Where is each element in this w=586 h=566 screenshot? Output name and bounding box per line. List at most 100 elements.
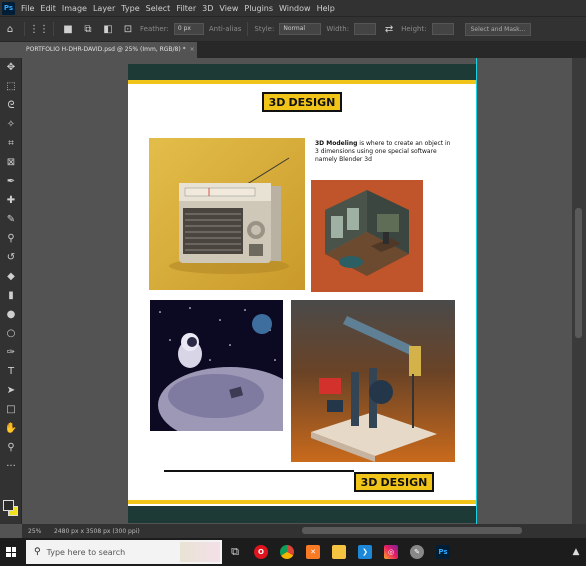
menu-filter[interactable]: Filter — [173, 4, 199, 13]
pumpjack-render-image — [291, 300, 455, 462]
style-select[interactable]: Normal — [279, 23, 322, 35]
menu-bar: Ps File Edit Image Layer Type Select Fil… — [0, 0, 586, 16]
zoom-icon[interactable]: ⚲ — [0, 438, 22, 457]
status-bar: 25% 2480 px x 3508 px (300 ppi) — [22, 524, 586, 538]
blur-icon[interactable]: ● — [0, 305, 22, 324]
portfolio-page: 3D DESIGN 3D Modeling is where to create… — [128, 80, 476, 506]
opera-icon[interactable]: O — [248, 538, 274, 566]
style-label: Style: — [254, 25, 275, 33]
gradient-icon[interactable]: ▮ — [0, 286, 22, 305]
document-tab[interactable]: PORTFOLIO H-DHR-DAVID.psd @ 25% (Imm, RG… — [22, 42, 197, 58]
taskbar-search[interactable]: ⚲ Type here to search — [26, 540, 222, 564]
move-tool-icon[interactable]: ✥ — [0, 58, 22, 77]
feather-input[interactable]: 0 px — [173, 23, 204, 35]
intersect-selection-icon[interactable]: ⊡ — [121, 22, 135, 36]
menu-3d[interactable]: 3D — [199, 4, 216, 13]
task-view-icon[interactable]: ⧉ — [222, 538, 248, 566]
gold-stripe-bottom — [128, 500, 476, 504]
eraser-icon[interactable]: ◆ — [0, 267, 22, 286]
menu-help[interactable]: Help — [314, 4, 338, 13]
divider — [53, 22, 54, 36]
photoshop-logo-icon[interactable]: Ps — [2, 1, 15, 15]
close-icon[interactable]: × — [190, 46, 195, 53]
path-selection-icon[interactable]: ➤ — [0, 381, 22, 400]
description-text: 3D Modeling is where to create an object… — [315, 140, 455, 164]
hand-icon[interactable]: ✋ — [0, 419, 22, 438]
document-info[interactable]: 2480 px x 3508 px (300 ppi) — [54, 528, 140, 535]
width-input[interactable] — [354, 23, 377, 35]
logo-word: DESIGN — [380, 475, 428, 489]
new-selection-icon[interactable]: ■ — [61, 22, 75, 36]
search-placeholder: Type here to search — [46, 547, 126, 557]
canvas-area[interactable]: 3D DESIGN 3D Modeling is where to create… — [22, 58, 572, 524]
antialias-checkbox[interactable]: Anti-alias — [209, 25, 242, 33]
menu-plugins[interactable]: Plugins — [241, 4, 276, 13]
swap-icon[interactable]: ⇄ — [382, 22, 396, 36]
chrome-icon[interactable] — [274, 538, 300, 566]
history-brush-icon[interactable]: ↺ — [0, 248, 22, 267]
document-tab-title: PORTFOLIO H-DHR-DAVID.psd @ 25% (Imm, RG… — [26, 46, 186, 53]
menu-view[interactable]: View — [216, 4, 241, 13]
logo-prefix: 3D — [360, 475, 378, 489]
instagram-icon[interactable]: ◎ — [378, 538, 404, 566]
start-button[interactable] — [0, 538, 22, 566]
width-label: Width: — [326, 25, 350, 33]
menu-window[interactable]: Window — [276, 4, 314, 13]
vscode-icon[interactable]: ❯ — [352, 538, 378, 566]
xampp-icon[interactable]: ✕ — [300, 538, 326, 566]
home-icon[interactable]: ⌂ — [3, 22, 17, 36]
dodge-icon[interactable]: ○ — [0, 324, 22, 343]
menu-select[interactable]: Select — [143, 4, 174, 13]
vertical-scrollbar[interactable] — [572, 58, 586, 524]
menu-edit[interactable]: Edit — [37, 4, 59, 13]
pen-icon[interactable]: ✑ — [0, 343, 22, 362]
zoom-level[interactable]: 25% — [22, 528, 42, 535]
search-icon: ⚲ — [34, 547, 41, 557]
astronaut-render-image — [150, 300, 283, 431]
windows-logo-icon — [6, 547, 16, 557]
lasso-icon[interactable]: ᘓ — [0, 96, 22, 115]
marquee-preset-icon[interactable]: ⋮⋮ — [29, 22, 49, 36]
document-canvas[interactable]: 3D DESIGN 3D Modeling is where to create… — [128, 64, 476, 523]
more-tools-icon[interactable]: ··· — [0, 457, 22, 476]
logo-3d-design-bottom: 3D DESIGN — [354, 472, 434, 492]
frame-icon[interactable]: ⊠ — [0, 153, 22, 172]
divider — [24, 22, 25, 36]
magic-wand-icon[interactable]: ✧ — [0, 115, 22, 134]
horizontal-scroll-thumb[interactable] — [302, 527, 522, 534]
brush-icon[interactable]: ✎ — [0, 210, 22, 229]
crop-icon[interactable]: ⌗ — [0, 134, 22, 153]
photoshop-window: Ps File Edit Image Layer Type Select Fil… — [0, 0, 586, 566]
subtract-selection-icon[interactable]: ◧ — [101, 22, 115, 36]
divider — [247, 22, 249, 36]
rectangle-shape-icon[interactable]: □ — [0, 400, 22, 419]
height-label: Height: — [401, 25, 427, 33]
inkscape-icon[interactable]: ✎ — [404, 538, 430, 566]
guide-line[interactable] — [476, 58, 477, 524]
select-and-mask-button[interactable]: Select and Mask... — [464, 22, 532, 36]
notification-tray-icon[interactable]: ▲ — [566, 538, 586, 566]
rectangular-marquee-icon[interactable]: ⬚ — [0, 77, 22, 96]
description-bold: 3D Modeling — [315, 140, 358, 147]
photoshop-icon[interactable]: Ps — [430, 538, 456, 566]
radio-render-image — [149, 138, 305, 290]
vertical-scroll-thumb[interactable] — [575, 208, 582, 338]
menu-file[interactable]: File — [18, 4, 37, 13]
height-input[interactable] — [431, 23, 454, 35]
logo-word: DESIGN — [288, 95, 336, 109]
isometric-room-image — [311, 180, 423, 292]
logo-3d-design-top: 3D DESIGN — [262, 92, 342, 112]
logo-prefix: 3D — [268, 95, 286, 109]
menu-layer[interactable]: Layer — [90, 4, 118, 13]
file-explorer-icon[interactable] — [326, 538, 352, 566]
clone-stamp-icon[interactable]: ⚲ — [0, 229, 22, 248]
add-selection-icon[interactable]: ⧉ — [81, 22, 95, 36]
menu-type[interactable]: Type — [118, 4, 142, 13]
feather-label: Feather: — [140, 25, 169, 33]
healing-brush-icon[interactable]: ✚ — [0, 191, 22, 210]
foreground-color-swatch[interactable] — [3, 500, 14, 511]
menu-image[interactable]: Image — [59, 4, 90, 13]
type-icon[interactable]: T — [0, 362, 22, 381]
options-bar: ⌂ ⋮⋮ ■ ⧉ ◧ ⊡ Feather: 0 px Anti-alias St… — [0, 16, 586, 42]
eyedropper-icon[interactable]: ✒ — [0, 172, 22, 191]
